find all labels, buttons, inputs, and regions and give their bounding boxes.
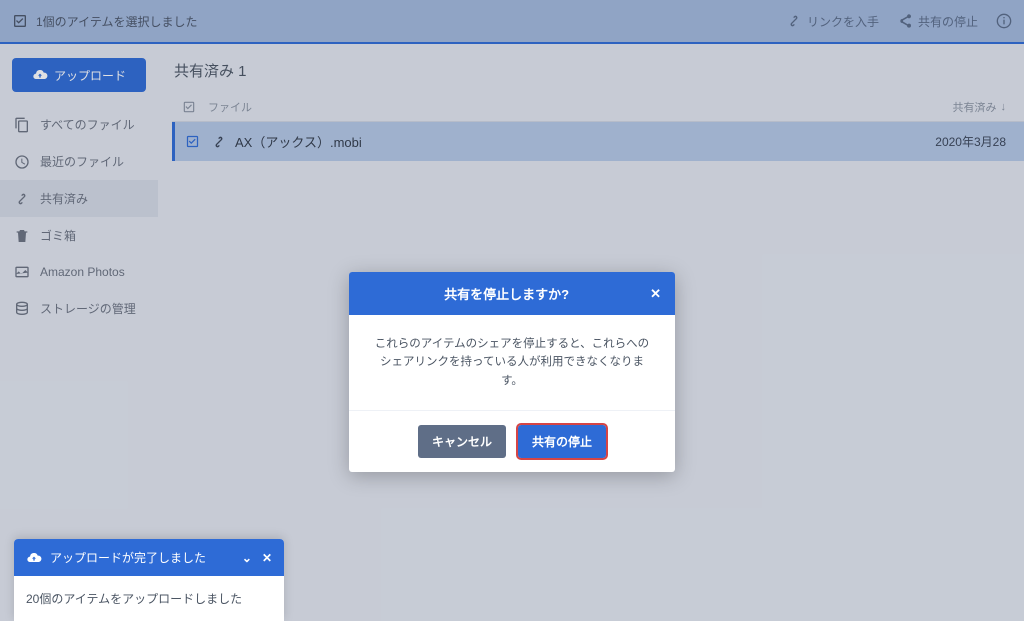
modal-title: 共有を停止しますか?	[363, 284, 650, 303]
modal-body-text: これらのアイテムのシェアを停止すると、これらへのシェアリンクを持っている人が利用…	[349, 315, 675, 410]
cancel-button[interactable]: キャンセル	[418, 425, 506, 458]
toast-header: アップロードが完了しました ⌄ ✕	[14, 539, 284, 576]
toast-body-text: 20個のアイテムをアップロードしました	[14, 576, 284, 621]
close-icon[interactable]: ✕	[262, 551, 272, 565]
modal-header: 共有を停止しますか? ✕	[349, 272, 675, 315]
modal-close-button[interactable]: ✕	[650, 286, 661, 302]
cloud-upload-icon	[26, 550, 42, 566]
stop-sharing-modal: 共有を停止しますか? ✕ これらのアイテムのシェアを停止すると、これらへのシェア…	[349, 272, 675, 472]
toast-title: アップロードが完了しました	[50, 549, 206, 566]
chevron-down-icon[interactable]: ⌄	[242, 551, 252, 565]
modal-footer: キャンセル 共有の停止	[349, 410, 675, 472]
confirm-stop-sharing-button[interactable]: 共有の停止	[518, 425, 606, 458]
modal-overlay: 共有を停止しますか? ✕ これらのアイテムのシェアを停止すると、これらへのシェア…	[0, 0, 1024, 621]
upload-toast: アップロードが完了しました ⌄ ✕ 20個のアイテムをアップロードしました	[14, 539, 284, 621]
